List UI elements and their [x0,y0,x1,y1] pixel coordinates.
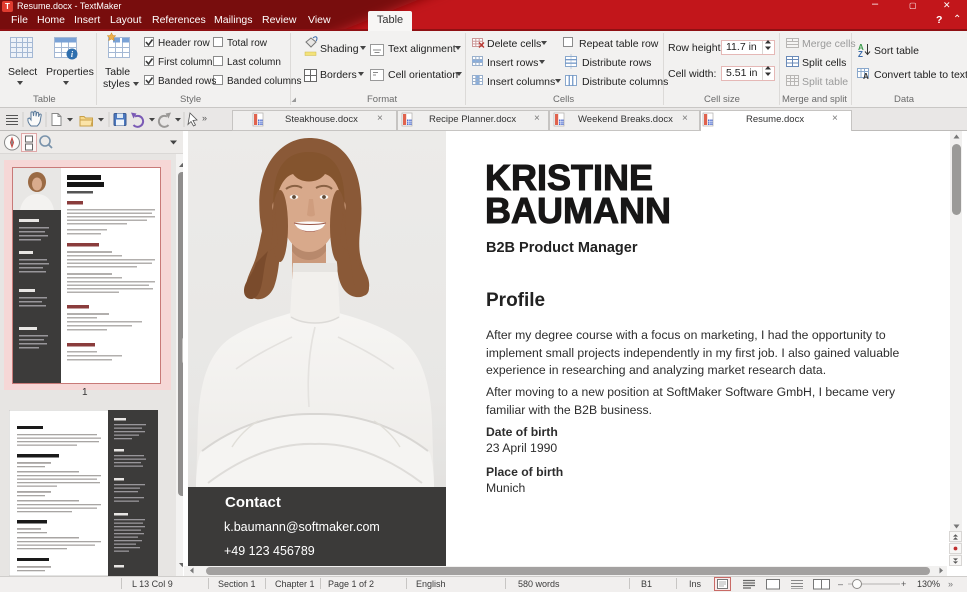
svg-text:A: A [863,72,869,81]
svg-text:Z: Z [858,50,863,59]
svg-text:»: » [202,113,207,123]
